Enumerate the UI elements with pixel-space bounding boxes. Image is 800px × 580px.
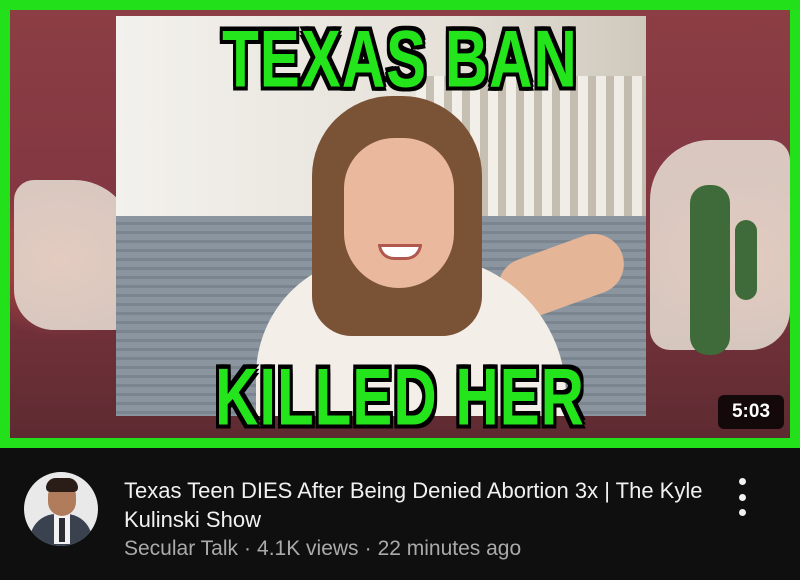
- avatar-tie: [59, 518, 65, 542]
- thumbnail-headline-top: TEXAS BAN: [222, 13, 578, 104]
- video-metadata: Texas Teen DIES After Being Denied Abort…: [0, 448, 800, 580]
- video-thumbnail[interactable]: TEXAS BAN KILLED HER 5:03: [0, 0, 800, 448]
- thumbnail-headline-bottom: KILLED HER: [215, 351, 585, 442]
- video-subline: Secular Talk · 4.1K views · 22 minutes ago: [124, 536, 724, 562]
- more-vert-icon[interactable]: [728, 478, 756, 516]
- menu-dot: [738, 478, 746, 485]
- person-face: [344, 138, 454, 288]
- avatar-hair: [46, 478, 78, 492]
- channel-name[interactable]: Secular Talk: [124, 537, 238, 560]
- upload-age: 22 minutes ago: [377, 537, 522, 560]
- view-count: 4.1K views: [257, 537, 359, 560]
- video-duration-badge: 5:03: [718, 395, 784, 429]
- cactus-arm-print: [735, 220, 757, 300]
- channel-avatar[interactable]: [24, 472, 98, 546]
- menu-dot: [738, 493, 746, 501]
- video-title[interactable]: Texas Teen DIES After Being Denied Abort…: [124, 476, 704, 534]
- separator: ·: [244, 537, 252, 560]
- separator: ·: [364, 537, 372, 560]
- menu-dot: [738, 509, 746, 516]
- cactus-print: [690, 185, 730, 355]
